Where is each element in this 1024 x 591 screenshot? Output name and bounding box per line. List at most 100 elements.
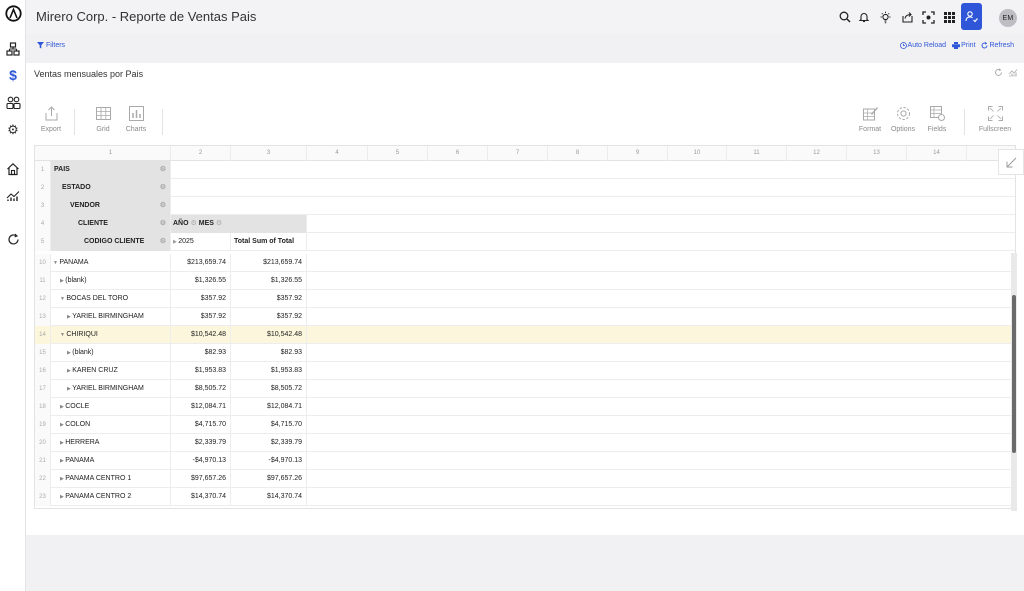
row-field-vendor[interactable]: VENDOR ⚙ — [51, 197, 171, 215]
value-cell-2025[interactable]: $12,084.71 — [171, 398, 231, 416]
table-row[interactable]: 21 ▶ PANAMA -$4,970.13 -$4,970.13 — [35, 452, 1015, 470]
fullscreen-button[interactable]: Fullscreen — [974, 105, 1016, 133]
row-label-cell[interactable]: ▶ YARIEL BIRMINGHAM — [51, 308, 171, 326]
table-row[interactable]: 13 ▶ YARIEL BIRMINGHAM $357.92 $357.92 — [35, 308, 1015, 326]
options-button[interactable]: Options — [886, 105, 920, 133]
screenshot-icon[interactable] — [920, 9, 936, 25]
row-label-cell[interactable]: ▶ PANAMA — [51, 452, 171, 470]
table-row[interactable]: 22 ▶ PANAMA CENTRO 1 $97,657.26 $97,657.26 — [35, 470, 1015, 488]
fields-button[interactable]: Fields — [920, 105, 954, 133]
value-cell-2025[interactable]: $82.93 — [171, 344, 231, 362]
collapse-panel-button[interactable] — [998, 149, 1024, 175]
row-label-cell[interactable]: ▶ PANAMA CENTRO 1 — [51, 470, 171, 488]
value-cell-2025[interactable]: $213,659.74 — [171, 254, 231, 272]
row-label-cell[interactable]: ▼ BOCAS DEL TORO — [51, 290, 171, 308]
refresh-button[interactable]: Refresh — [981, 42, 1014, 49]
value-cell-2025[interactable]: $97,657.26 — [171, 470, 231, 488]
value-cell-total[interactable]: $10,542.48 — [231, 326, 307, 344]
value-cell-2025[interactable]: $2,339.79 — [171, 434, 231, 452]
field-gear-icon[interactable]: ⚙ — [160, 161, 166, 179]
value-cell-total[interactable]: $14,370.74 — [231, 488, 307, 506]
value-cell-2025[interactable]: $1,953.83 — [171, 362, 231, 380]
table-row[interactable]: 19 ▶ COLON $4,715.70 $4,715.70 — [35, 416, 1015, 434]
export-button[interactable]: Export — [34, 105, 68, 133]
user-access-button[interactable] — [961, 3, 982, 30]
print-button[interactable]: Print — [952, 42, 975, 49]
field-gear-icon[interactable]: ⚙ — [160, 197, 166, 215]
value-cell-2025[interactable]: $10,542.48 — [171, 326, 231, 344]
row-field-codigo-cliente[interactable]: CODIGO CLIENTE ⚙ — [51, 233, 171, 251]
value-cell-2025[interactable]: $14,370.74 — [171, 488, 231, 506]
field-gear-icon[interactable]: ⚙ — [160, 233, 166, 251]
row-label-cell[interactable]: ▶ PANAMA CENTRO 2 — [51, 488, 171, 506]
row-label-cell[interactable]: ▼ CHIRIQUI — [51, 326, 171, 344]
app-logo-icon[interactable] — [4, 4, 22, 22]
row-label-cell[interactable]: ▶ COCLE — [51, 398, 171, 416]
table-row[interactable]: 12 ▼ BOCAS DEL TORO $357.92 $357.92 — [35, 290, 1015, 308]
lightbulb-icon[interactable] — [877, 9, 893, 25]
value-cell-total[interactable]: $82.93 — [231, 344, 307, 362]
value-cell-total[interactable]: $97,657.26 — [231, 470, 307, 488]
row-field-cliente[interactable]: CLIENTE ⚙ — [51, 215, 171, 233]
column-field-gear-icon[interactable]: ⚙ — [189, 220, 199, 227]
table-row[interactable]: 15 ▶ (blank) $82.93 $82.93 — [35, 344, 1015, 362]
row-field-pais[interactable]: PAIS ⚙ — [51, 161, 171, 179]
grid-button[interactable]: Grid — [86, 105, 120, 133]
table-row[interactable]: 18 ▶ COCLE $12,084.71 $12,084.71 — [35, 398, 1015, 416]
user-avatar[interactable]: EM — [999, 9, 1017, 27]
value-cell-total[interactable]: $12,084.71 — [231, 398, 307, 416]
table-row[interactable]: 23 ▶ PANAMA CENTRO 2 $14,370.74 $14,370.74 — [35, 488, 1015, 506]
row-label-cell[interactable]: ▶ COLON — [51, 416, 171, 434]
share-icon[interactable] — [899, 9, 915, 25]
column-field-month[interactable]: MES — [199, 220, 214, 227]
row-label-cell[interactable]: ▶ YARIEL BIRMINGHAM — [51, 380, 171, 398]
panel-chart-icon[interactable] — [1008, 68, 1018, 77]
value-cell-total[interactable]: -$4,970.13 — [231, 452, 307, 470]
table-row[interactable]: 11 ▶ (blank) $1,326.55 $1,326.55 — [35, 272, 1015, 290]
field-gear-icon[interactable]: ⚙ — [160, 215, 166, 233]
column-field-year[interactable]: AÑO — [173, 220, 189, 227]
grid-scrollbar-thumb[interactable] — [1012, 295, 1016, 453]
value-cell-2025[interactable]: -$4,970.13 — [171, 452, 231, 470]
table-row[interactable]: 16 ▶ KAREN CRUZ $1,953.83 $1,953.83 — [35, 362, 1015, 380]
table-row[interactable]: 17 ▶ YARIEL BIRMINGHAM $8,505.72 $8,505.72 — [35, 380, 1015, 398]
row-label-cell[interactable]: ▶ HERRERA — [51, 434, 171, 452]
row-label-cell[interactable]: ▶ KAREN CRUZ — [51, 362, 171, 380]
row-label-cell[interactable]: ▶ (blank) — [51, 272, 171, 290]
charts-button[interactable]: Charts — [119, 105, 153, 133]
value-cell-2025[interactable]: $357.92 — [171, 308, 231, 326]
row-field-estado[interactable]: ESTADO ⚙ — [51, 179, 171, 197]
value-cell-total[interactable]: $2,339.79 — [231, 434, 307, 452]
value-cell-2025[interactable]: $357.92 — [171, 290, 231, 308]
search-icon[interactable] — [837, 9, 853, 25]
apps-grid-icon[interactable] — [941, 9, 957, 25]
reload-icon[interactable] — [4, 230, 22, 248]
value-cell-2025[interactable]: $4,715.70 — [171, 416, 231, 434]
pivot-grid[interactable]: 1 2 3 4 5 6 7 8 9 10 11 12 13 14 1 PAIS ⚙ 2 ESTADO ⚙ 3 VENDO… — [34, 145, 1016, 509]
users-icon[interactable] — [4, 94, 22, 112]
value-cell-2025[interactable]: $8,505.72 — [171, 380, 231, 398]
value-cell-total[interactable]: $4,715.70 — [231, 416, 307, 434]
value-cell-total[interactable]: $8,505.72 — [231, 380, 307, 398]
value-cell-total[interactable]: $1,326.55 — [231, 272, 307, 290]
value-cell-total[interactable]: $357.92 — [231, 290, 307, 308]
table-row[interactable]: 20 ▶ HERRERA $2,339.79 $2,339.79 — [35, 434, 1015, 452]
dollar-icon[interactable]: $ — [4, 66, 22, 84]
panel-refresh-icon[interactable] — [994, 68, 1003, 77]
value-cell-total[interactable]: $213,659.74 — [231, 254, 307, 272]
auto-reload-button[interactable]: Auto Reload — [899, 42, 946, 49]
gear-icon[interactable]: ⚙ — [4, 121, 22, 139]
value-cell-2025[interactable]: $1,326.55 — [171, 272, 231, 290]
year-header-cell[interactable]: ▶ 2025 — [171, 233, 231, 251]
format-button[interactable]: Format — [853, 105, 887, 133]
value-cell-total[interactable]: $1,953.83 — [231, 362, 307, 380]
home-icon[interactable] — [4, 160, 22, 178]
row-label-cell[interactable]: ▼ PANAMA — [51, 254, 171, 272]
field-gear-icon[interactable]: ⚙ — [160, 179, 166, 197]
table-row[interactable]: 10 ▼ PANAMA $213,659.74 $213,659.74 — [35, 254, 1015, 272]
analytics-icon[interactable] — [4, 187, 22, 205]
value-cell-total[interactable]: $357.92 — [231, 308, 307, 326]
sitemap-icon[interactable] — [4, 40, 22, 58]
bell-icon[interactable] — [856, 9, 872, 25]
row-label-cell[interactable]: ▶ (blank) — [51, 344, 171, 362]
